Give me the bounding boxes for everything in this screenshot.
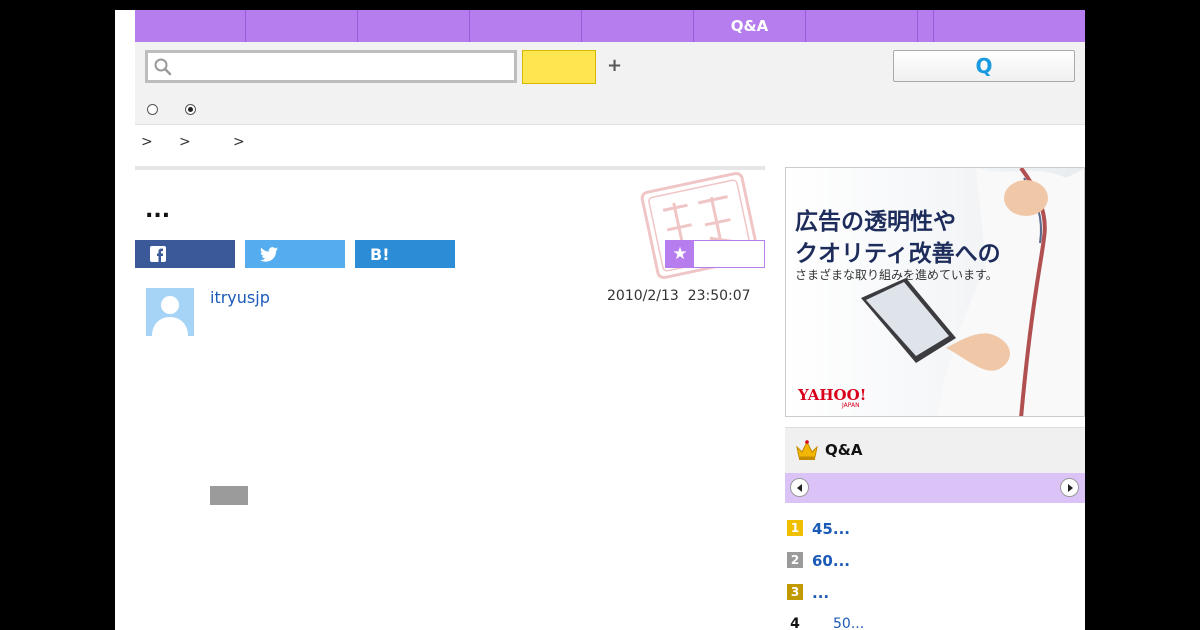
search-scope-radio-1[interactable] (147, 104, 158, 115)
search-scope-radio-2[interactable] (185, 104, 196, 115)
twitter-share-button[interactable] (245, 240, 345, 268)
nav-item-7[interactable] (806, 10, 918, 42)
facebook-share-button[interactable] (135, 240, 235, 268)
nav-item-1[interactable] (135, 10, 246, 42)
hatena-bookmark-icon: B! (370, 244, 390, 264)
arrow-right-icon (1067, 483, 1073, 492)
question-title: ... (145, 198, 171, 223)
search-box[interactable] (145, 50, 517, 83)
nav-item-8[interactable] (918, 10, 934, 42)
question-author[interactable]: itryusjp (210, 288, 270, 307)
ranking-item-link[interactable]: 45... (812, 520, 850, 538)
rank-badge: 2 (787, 552, 803, 568)
ranking-item[interactable]: 2 60... (785, 551, 1085, 571)
page: Q&A + Q > > > ... B! ★ itryusjp 2010/2/1… (115, 10, 1085, 630)
favorite-button[interactable]: ★ (665, 240, 765, 268)
search-options-plus[interactable]: + (607, 55, 622, 76)
twitter-icon (260, 246, 278, 262)
yahoo-japan-logo-sub: JAPAN (842, 402, 860, 409)
top-navigation: Q&A (135, 10, 1085, 42)
nav-item-qa[interactable]: Q&A (694, 10, 806, 42)
arrow-left-icon (796, 483, 802, 492)
nav-item-9[interactable] (934, 10, 1085, 42)
ranking-prev-button[interactable] (790, 478, 809, 497)
ranking-title: Q&A (825, 441, 863, 459)
ranking-item[interactable]: 4 50... (785, 615, 1085, 630)
nav-item-2[interactable] (246, 10, 358, 42)
rank-badge: 3 (787, 584, 803, 600)
ranking-next-button[interactable] (1060, 478, 1079, 497)
search-area: + Q (135, 42, 1085, 125)
ad-headline-2: クオリティ改善への (795, 241, 1001, 267)
ranking-nav-bar (785, 473, 1085, 503)
ad-subtext: さまざまな取り組みを進めています。 (795, 268, 998, 282)
hatena-bookmark-button[interactable]: B! (355, 240, 455, 268)
main-divider (135, 166, 765, 170)
user-avatar-icon (146, 288, 194, 336)
nav-item-4[interactable] (470, 10, 582, 42)
search-button[interactable] (522, 50, 596, 84)
star-icon: ★ (666, 241, 694, 267)
ranking-item-link[interactable]: 50... (833, 616, 864, 630)
question-timestamp: 2010/2/13 23:50:07 (607, 288, 751, 304)
ranking-header: Q&A (785, 427, 1085, 473)
search-icon (154, 58, 172, 76)
ranking-item[interactable]: 3 ... (785, 583, 1085, 603)
rank-number: 4 (790, 616, 800, 630)
avatar (146, 288, 194, 336)
search-input[interactable] (178, 55, 508, 79)
breadcrumb-separator: > (141, 134, 153, 150)
ad-headline-1: 広告の透明性や (795, 209, 956, 235)
nav-item-3[interactable] (358, 10, 470, 42)
nav-item-5[interactable] (582, 10, 694, 42)
gray-badge[interactable] (210, 486, 248, 505)
facebook-icon (150, 246, 166, 262)
breadcrumb-separator: > (179, 134, 191, 150)
crown-icon (796, 440, 818, 460)
breadcrumb-separator: > (233, 134, 245, 150)
rank-badge: 1 (787, 520, 803, 536)
ranking-item[interactable]: 1 45... (785, 519, 1085, 539)
ranking-item-link[interactable]: ... (812, 584, 829, 602)
ranking-item-link[interactable]: 60... (812, 552, 850, 570)
advertisement-banner[interactable]: 広告の透明性や クオリティ改善への さまざまな取り組みを進めています。 YAHO… (785, 167, 1085, 417)
ask-question-button[interactable]: Q (893, 50, 1075, 82)
